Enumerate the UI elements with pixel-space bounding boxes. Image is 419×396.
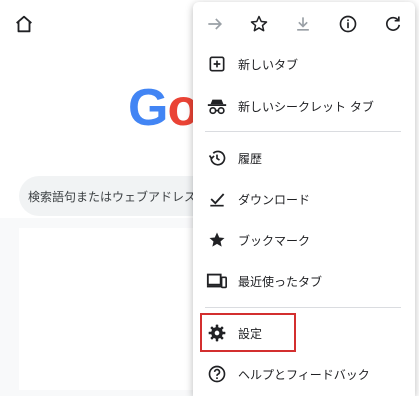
home-button[interactable]: [13, 13, 35, 35]
history-icon: [205, 146, 229, 170]
incognito-icon: [205, 94, 229, 118]
info-icon: [339, 15, 357, 33]
menu-toolbar: [193, 2, 415, 46]
forward-button[interactable]: [203, 12, 227, 36]
menu-item-label: 新しいタブ: [238, 58, 299, 72]
bookmark-star-icon: [205, 228, 229, 252]
menu-item-label: 最近使ったタブ: [238, 275, 323, 289]
search-placeholder: 検索語句またはウェブアドレスを: [28, 190, 209, 204]
menu-divider: [205, 131, 401, 132]
menu-item-label: 新しいシークレット タブ: [238, 100, 374, 114]
page-info-button[interactable]: [336, 12, 360, 36]
google-logo: Go: [128, 79, 199, 137]
menu-item-new-tab[interactable]: 新しいタブ: [193, 44, 415, 84]
home-icon: [16, 15, 32, 33]
bookmark-page-button[interactable]: [247, 12, 271, 36]
menu-item-label: 履歴: [238, 152, 263, 166]
menu-item-label: ブックマーク: [238, 234, 311, 248]
menu-item-recent-tabs[interactable]: 最近使ったタブ: [193, 261, 415, 301]
menu-divider: [205, 307, 401, 308]
download-icon: [297, 17, 309, 31]
recent-tabs-icon: [205, 269, 229, 293]
shortcut-panel: [19, 228, 199, 390]
menu-item-label: ダウンロード: [238, 193, 311, 207]
menu-item-downloads[interactable]: ダウンロード: [193, 179, 415, 219]
reload-icon: [385, 16, 401, 31]
settings-highlight-box: [200, 313, 296, 352]
new-tab-icon: [205, 52, 229, 76]
menu-item-label: ヘルプとフィードバック: [238, 368, 370, 382]
help-icon: [205, 362, 229, 386]
forward-icon: [208, 18, 223, 30]
star-icon: [250, 15, 268, 32]
menu-item-bookmarks[interactable]: ブックマーク: [193, 220, 415, 260]
menu-item-new-incognito-tab[interactable]: 新しいシークレット タブ: [193, 86, 415, 126]
menu-item-help-feedback[interactable]: ヘルプとフィードバック: [193, 354, 415, 394]
browser-page: Go 検索語句またはウェブアドレスを 新しいタブ 新しいシークレット タブ 履歴…: [0, 0, 419, 396]
reload-button[interactable]: [381, 12, 405, 36]
download-page-button[interactable]: [291, 12, 315, 36]
menu-item-history[interactable]: 履歴: [193, 138, 415, 178]
downloads-icon: [205, 187, 229, 211]
